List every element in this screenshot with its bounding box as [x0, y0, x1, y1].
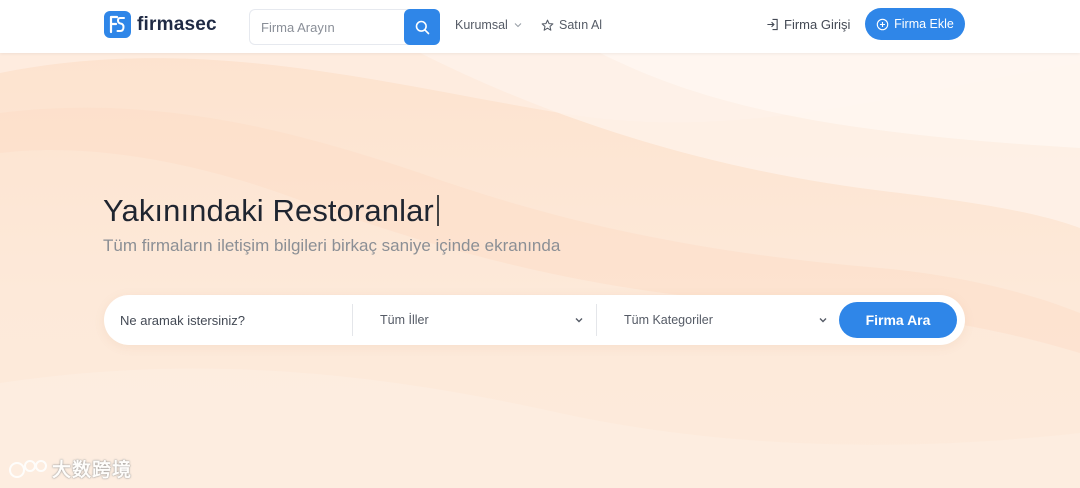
hero-subtitle: Tüm firmaların iletişim bilgileri birkaç…: [103, 236, 561, 255]
main-search-bar: Tüm İller Tüm Kategoriler Firma Ara: [104, 295, 965, 345]
keyword-input[interactable]: [120, 302, 350, 338]
hero-title: Yakınındaki Restoranlar: [103, 193, 439, 229]
nav-kurumsal-label: Kurumsal: [455, 18, 508, 32]
watermark-logo-icon: [9, 459, 47, 478]
nav-satin-al-label: Satın Al: [559, 18, 603, 32]
category-select-value: Tüm Kategoriler: [624, 313, 713, 327]
plus-circle-icon: [876, 18, 889, 30]
search-divider: [352, 304, 353, 336]
hero-section: Yakınındaki Restoranlar Tüm firmaların i…: [0, 53, 1080, 488]
search-icon: [415, 20, 429, 34]
category-select[interactable]: Tüm Kategoriler: [624, 302, 829, 338]
watermark-text: 大数跨境: [52, 460, 133, 481]
city-select-value: Tüm İller: [380, 313, 429, 327]
chevron-down-icon: [819, 318, 827, 323]
typing-cursor: [436, 195, 439, 226]
top-header: firmasec Kurumsal Satın Al Firma Girişi: [0, 0, 1080, 53]
nav-kurumsal[interactable]: Kurumsal: [455, 18, 524, 32]
star-icon: [541, 19, 554, 31]
chevron-down-icon: [575, 318, 583, 323]
header-search-button[interactable]: [404, 9, 440, 45]
chevron-down-icon: [514, 23, 522, 28]
header-search: [249, 9, 440, 45]
city-select[interactable]: Tüm İller: [380, 302, 585, 338]
brand-logo[interactable]: firmasec: [104, 11, 217, 38]
hero-background-waves: [0, 53, 1080, 488]
login-label: Firma Girişi: [784, 17, 851, 32]
hero-title-text: Yakınındaki Restoranlar: [103, 193, 434, 228]
search-submit-button[interactable]: Firma Ara: [839, 302, 957, 338]
firmasec-logo-icon: [104, 11, 131, 38]
login-link[interactable]: Firma Girişi: [766, 17, 850, 32]
add-company-button[interactable]: Firma Ekle: [865, 8, 965, 40]
brand-name: firmasec: [137, 13, 217, 35]
login-icon: [767, 18, 778, 31]
watermark: 大数跨境: [8, 455, 132, 482]
search-divider: [596, 304, 597, 336]
add-company-label: Firma Ekle: [894, 17, 954, 31]
nav-satin-al[interactable]: Satın Al: [541, 18, 602, 32]
header-search-input[interactable]: [249, 9, 409, 45]
